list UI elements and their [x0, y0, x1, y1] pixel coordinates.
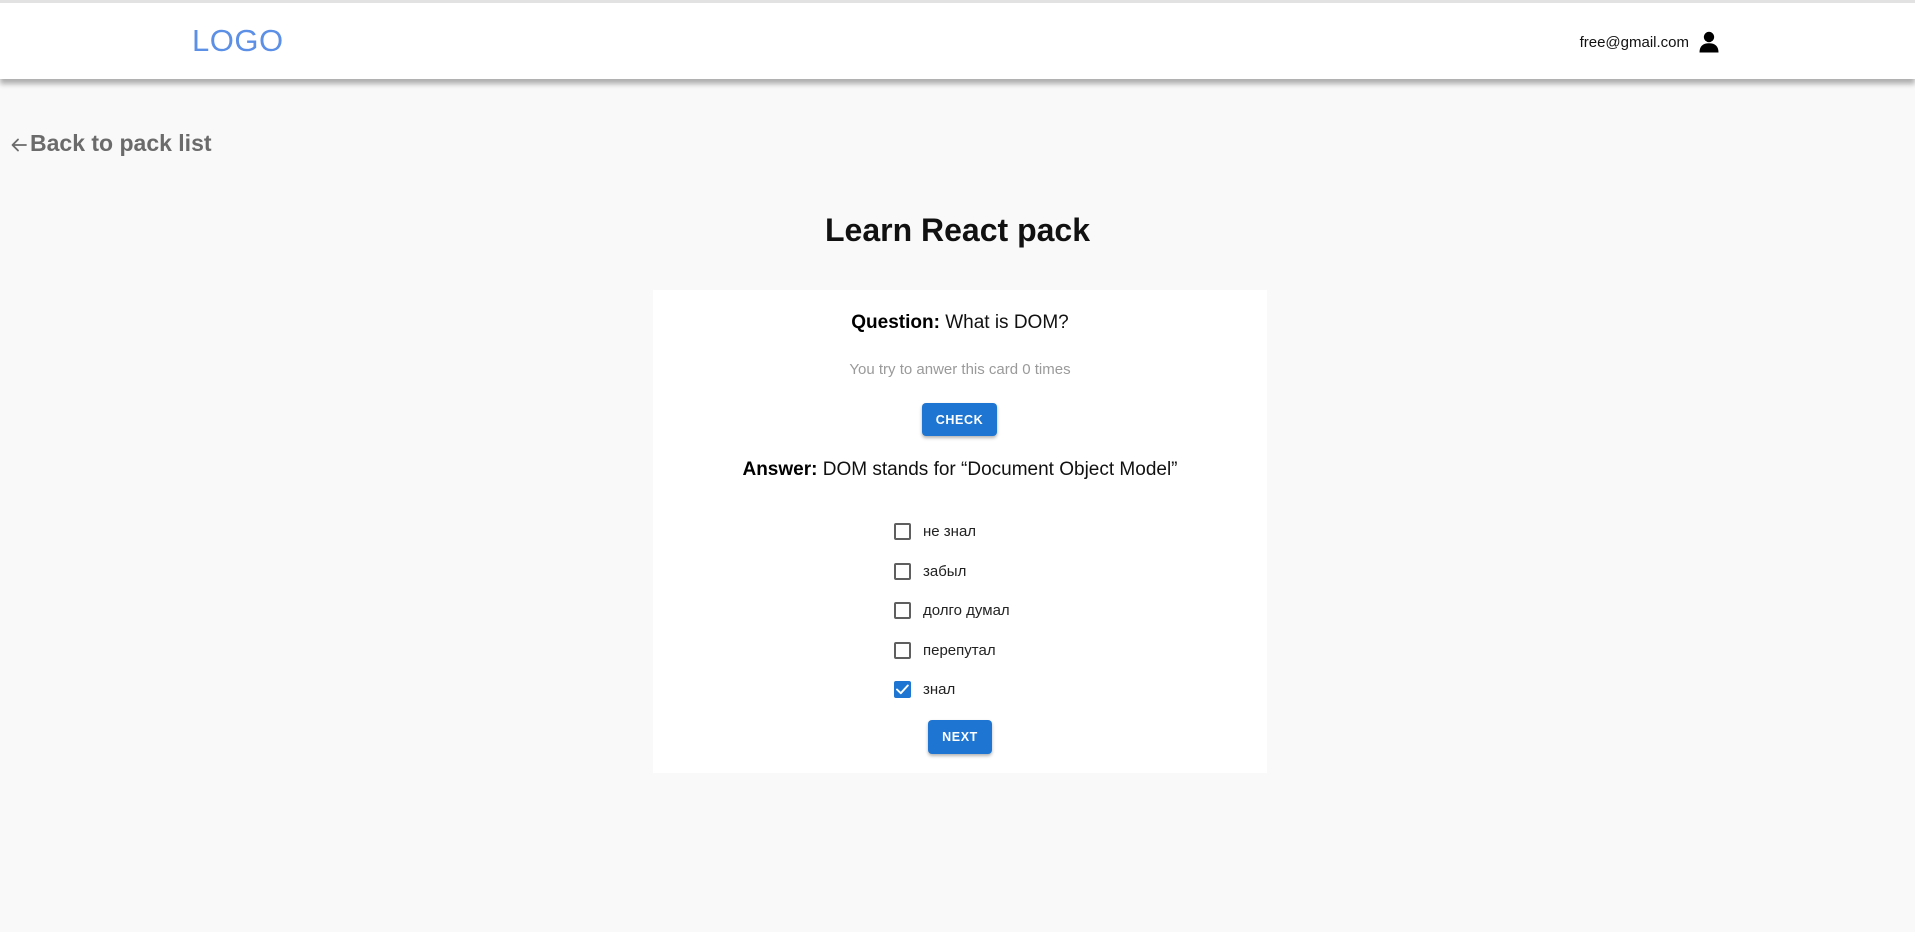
next-button[interactable]: NEXT	[928, 720, 992, 754]
option-label: не знал	[923, 523, 977, 541]
option-label: перепутал	[923, 641, 996, 659]
answer-label: Answer:	[742, 459, 818, 480]
option-label: долго думал	[923, 602, 1010, 620]
checkbox[interactable]	[894, 641, 911, 659]
option-pereputal[interactable]: перепутал	[894, 631, 1010, 671]
attempts-text: You try to anwer this card 0 times	[849, 361, 1071, 378]
app-header: LOGO free@gmail.com	[0, 0, 1915, 79]
question: Question: What is DOM?	[653, 312, 1267, 334]
question-text: What is DOM?	[945, 312, 1069, 333]
option-dolgo-dumal[interactable]: долго думал	[894, 591, 1010, 631]
back-link-label: Back to pack list	[30, 130, 212, 156]
option-label: знал	[923, 681, 956, 699]
option-zabyl[interactable]: забыл	[894, 552, 1010, 592]
checkbox[interactable]	[894, 562, 911, 580]
checkbox[interactable]	[894, 523, 911, 541]
learn-card: Question: What is DOM? You try to anwer …	[653, 290, 1267, 773]
back-to-pack-list-link[interactable]: Back to pack list	[10, 130, 212, 157]
option-znal[interactable]: знал	[894, 670, 1010, 710]
user-menu[interactable]: free@gmail.com	[1580, 31, 1719, 53]
checkbox[interactable]	[894, 602, 911, 620]
page-title: Learn React pack	[824, 212, 1090, 248]
question-label: Question:	[851, 312, 940, 333]
option-label: забыл	[923, 562, 967, 580]
answer: Answer: DOM stands for “Document Object …	[653, 459, 1267, 481]
checkbox-checked[interactable]	[894, 681, 911, 699]
user-icon[interactable]	[1699, 31, 1719, 53]
grade-options: не знал забыл долго думал перепутал знал	[894, 512, 1010, 710]
arrow-left-icon	[11, 138, 27, 151]
check-button[interactable]: CHECK	[922, 403, 997, 436]
answer-text: DOM stands for “Document Object Model”	[822, 459, 1178, 480]
user-email[interactable]: free@gmail.com	[1580, 34, 1689, 51]
checkmark-icon	[896, 684, 909, 695]
option-ne-znal[interactable]: не знал	[894, 512, 1010, 552]
logo[interactable]: LOGO	[192, 23, 284, 59]
